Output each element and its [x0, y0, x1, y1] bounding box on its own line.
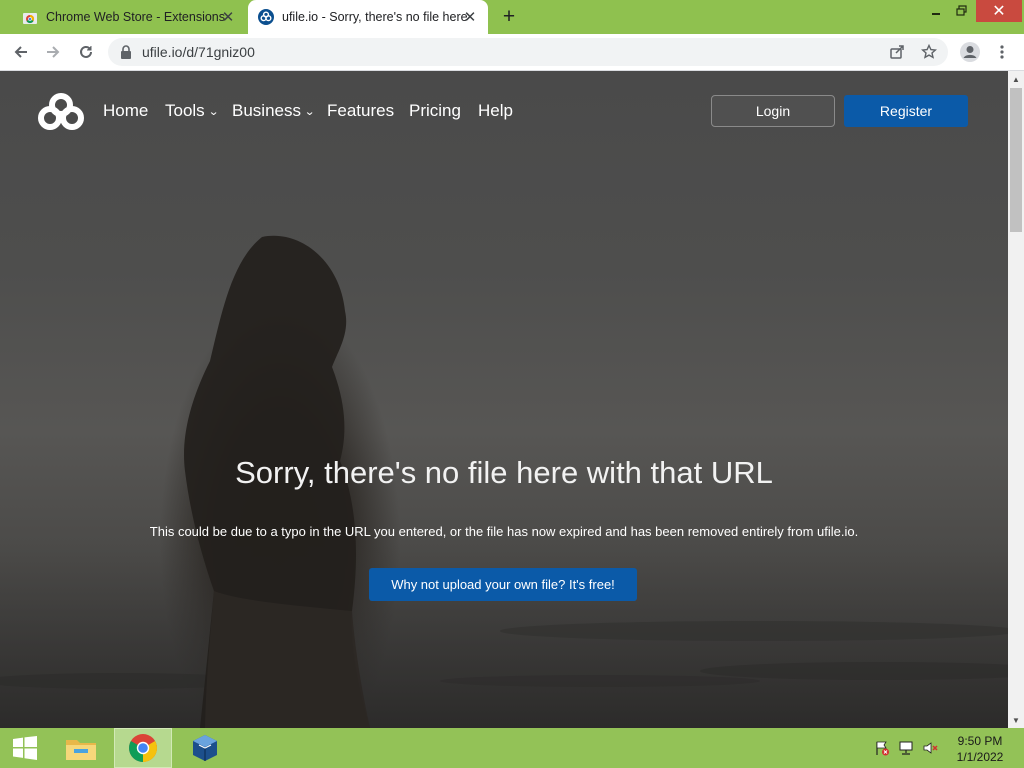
nav-home-label: Home	[103, 101, 149, 120]
url-text[interactable]: ufile.io/d/71gniz00	[142, 38, 255, 66]
lock-icon	[121, 45, 131, 59]
login-button[interactable]: Login	[711, 95, 835, 127]
virtualbox-icon	[193, 735, 217, 761]
ufile-logo-icon[interactable]	[38, 93, 84, 131]
taskbar-chrome[interactable]	[114, 728, 172, 768]
tab-chrome-web-store[interactable]: Chrome Web Store - Extensions ✕	[8, 0, 246, 34]
page-scrollbar[interactable]: ▲ ▼	[1008, 71, 1024, 728]
system-clock[interactable]: 9:50 PM 1/1/2022	[944, 733, 1016, 765]
page-title: Sorry, there's no file here with that UR…	[235, 455, 773, 490]
clock-time: 9:50 PM	[957, 734, 1003, 748]
more-vertical-icon	[1000, 45, 1004, 59]
restore-icon	[956, 5, 967, 16]
tab-title: Chrome Web Store - Extensions	[46, 10, 226, 24]
nav-tools-label: Tools	[165, 101, 205, 120]
address-bar[interactable]: ufile.io/d/71gniz00	[108, 38, 948, 66]
volume-muted-icon[interactable]	[922, 740, 938, 756]
nav-business-label: Business	[232, 101, 301, 120]
arrow-left-icon	[14, 46, 27, 58]
tab-strip: Chrome Web Store - Extensions ✕ ufile.io…	[0, 0, 1024, 34]
avatar-icon	[960, 42, 980, 62]
action-center-flag-icon[interactable]	[874, 740, 890, 756]
back-button[interactable]	[8, 39, 34, 65]
nav-pricing[interactable]: Pricing	[409, 101, 461, 121]
nav-features-label: Features	[327, 101, 395, 120]
close-icon: ✕	[992, 3, 1006, 20]
chrome-web-store-icon	[23, 13, 37, 24]
page-viewport: Home Tools ⌄ Business ⌄ Features Pricing H…	[0, 71, 1008, 728]
scroll-down-arrow-icon[interactable]: ▼	[1008, 712, 1024, 728]
nav-pricing-label: Pricing	[409, 101, 461, 120]
browser-toolbar: ufile.io/d/71gniz00	[0, 34, 1024, 71]
close-tab-icon[interactable]: ✕	[220, 9, 236, 26]
nav-help-label: Help	[478, 101, 513, 120]
upload-cta-button[interactable]: Why not upload your own file? It's free!	[369, 568, 637, 601]
reload-icon	[80, 45, 92, 58]
nav-help[interactable]: Help	[478, 101, 513, 121]
arrow-right-icon	[47, 46, 60, 58]
bookmark-star-icon[interactable]	[921, 44, 937, 60]
chrome-icon	[129, 734, 157, 762]
ufile-icon	[258, 9, 274, 25]
start-icon	[13, 736, 37, 760]
file-explorer-icon	[66, 740, 96, 760]
nav-tools[interactable]: Tools ⌄	[165, 101, 219, 121]
scroll-up-arrow-icon[interactable]: ▲	[1008, 71, 1024, 87]
clock-date: 1/1/2022	[956, 750, 1004, 764]
taskbar-file-explorer[interactable]	[58, 728, 104, 768]
share-icon[interactable]	[889, 44, 905, 60]
minimize-icon	[932, 13, 940, 15]
tab-title: ufile.io - Sorry, there's no file here	[282, 10, 468, 24]
profile-button[interactable]	[957, 39, 983, 65]
start-button[interactable]	[0, 728, 50, 768]
nav-business[interactable]: Business ⌄	[232, 101, 316, 121]
chevron-down-icon: ⌄	[304, 105, 316, 118]
error-description: This could be due to a typo in the URL y…	[149, 524, 859, 539]
scrollbar-thumb[interactable]	[1010, 88, 1022, 232]
register-button[interactable]: Register	[844, 95, 968, 127]
background-photo	[0, 235, 1008, 728]
new-tab-button[interactable]: +	[498, 5, 520, 28]
taskbar-virtualbox[interactable]	[182, 728, 228, 768]
reload-button[interactable]	[73, 39, 99, 65]
close-tab-icon[interactable]: ✕	[462, 9, 478, 26]
nav-features[interactable]: Features	[327, 101, 394, 121]
browser-menu-button[interactable]	[989, 39, 1015, 65]
nav-home[interactable]: Home	[103, 101, 148, 121]
restore-window-button[interactable]	[946, 0, 978, 22]
forward-button[interactable]	[40, 39, 66, 65]
chevron-down-icon: ⌄	[207, 105, 219, 118]
tab-ufile[interactable]: ufile.io - Sorry, there's no file here ✕	[248, 0, 488, 34]
close-window-button[interactable]: ✕	[976, 0, 1022, 22]
network-icon[interactable]	[898, 740, 914, 756]
windows-taskbar: 9:50 PM 1/1/2022	[0, 728, 1024, 768]
